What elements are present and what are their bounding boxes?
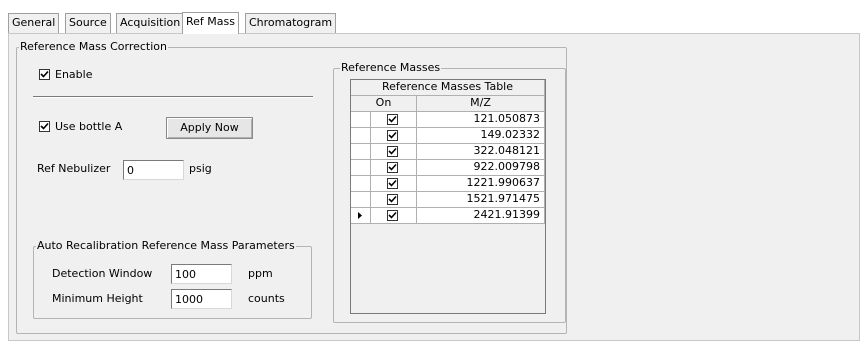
checkmark-icon (388, 115, 397, 123)
on-checkbox[interactable] (387, 210, 398, 221)
detection-window-input[interactable] (171, 264, 232, 284)
row-selector[interactable] (351, 176, 371, 192)
on-checkbox[interactable] (387, 194, 398, 205)
checkmark-icon (40, 122, 49, 130)
tab-chromatogram[interactable]: Chromatogram (245, 13, 337, 33)
table-row-on-cell[interactable] (371, 176, 417, 192)
on-checkbox[interactable] (387, 162, 398, 173)
enable-label: Enable (55, 68, 93, 81)
table-row-on-cell[interactable] (371, 208, 417, 224)
enable-checkbox[interactable] (39, 69, 50, 80)
row-selector[interactable] (351, 192, 371, 208)
apply-now-button[interactable]: Apply Now (166, 117, 253, 139)
table-row-on-cell[interactable] (371, 128, 417, 144)
table-row-mz-cell[interactable]: 1521.971475 (417, 192, 545, 208)
on-checkbox[interactable] (387, 130, 398, 141)
row-selector[interactable] (351, 144, 371, 160)
column-header-mz[interactable]: M/Z (417, 96, 545, 112)
table-row-mz-cell[interactable]: 322.048121 (417, 144, 545, 160)
on-checkbox[interactable] (387, 114, 398, 125)
row-selector[interactable] (351, 208, 371, 224)
tab-ref-mass[interactable]: Ref Mass (182, 12, 239, 34)
minimum-height-label: Minimum Height (52, 292, 143, 305)
checkmark-icon (388, 147, 397, 155)
on-checkbox[interactable] (387, 146, 398, 157)
table-empty-area (351, 224, 545, 313)
table-row-mz-cell[interactable]: 922.009798 (417, 160, 545, 176)
checkmark-icon (388, 163, 397, 171)
checkmark-icon (388, 195, 397, 203)
ref-nebulizer-input[interactable] (123, 160, 184, 180)
reference-masses-title: Reference Masses (340, 61, 442, 75)
column-header-on[interactable]: On (351, 96, 417, 112)
table-row-mz-cell[interactable]: 149.02332 (417, 128, 545, 144)
row-selector[interactable] (351, 128, 371, 144)
minimum-height-unit: counts (248, 292, 285, 305)
tab-acquisition[interactable]: Acquisition (116, 13, 185, 33)
minimum-height-input[interactable] (171, 289, 232, 309)
tab-general[interactable]: General (8, 13, 60, 33)
checkmark-icon (388, 211, 397, 219)
table-title-header: Reference Masses Table (351, 80, 545, 96)
detection-window-label: Detection Window (52, 267, 153, 280)
ref-nebulizer-label: Ref Nebulizer (37, 162, 111, 175)
separator-line (33, 96, 313, 98)
detection-window-unit: ppm (248, 267, 273, 280)
reference-masses-table[interactable]: Reference Masses Table On M/Z 121.050873… (350, 79, 546, 314)
table-row-mz-cell[interactable]: 2421.91399 (417, 208, 545, 224)
ref-nebulizer-unit: psig (189, 162, 212, 175)
checkmark-icon (40, 70, 49, 78)
row-selector[interactable] (351, 112, 371, 128)
row-selector[interactable] (351, 160, 371, 176)
table-row-mz-cell[interactable]: 1221.990637 (417, 176, 545, 192)
use-bottle-a-label: Use bottle A (55, 120, 123, 133)
table-row-mz-cell[interactable]: 121.050873 (417, 112, 545, 128)
tab-source[interactable]: Source (65, 13, 111, 33)
current-row-arrow-icon (358, 212, 362, 219)
checkmark-icon (388, 179, 397, 187)
auto-recalibration-title: Auto Recalibration Reference Mass Parame… (36, 239, 296, 253)
checkmark-icon (388, 131, 397, 139)
table-row-on-cell[interactable] (371, 192, 417, 208)
table-row-on-cell[interactable] (371, 144, 417, 160)
table-row-on-cell[interactable] (371, 160, 417, 176)
table-row-on-cell[interactable] (371, 112, 417, 128)
use-bottle-a-checkbox[interactable] (39, 121, 50, 132)
reference-mass-correction-title: Reference Mass Correction (19, 40, 168, 54)
on-checkbox[interactable] (387, 178, 398, 189)
